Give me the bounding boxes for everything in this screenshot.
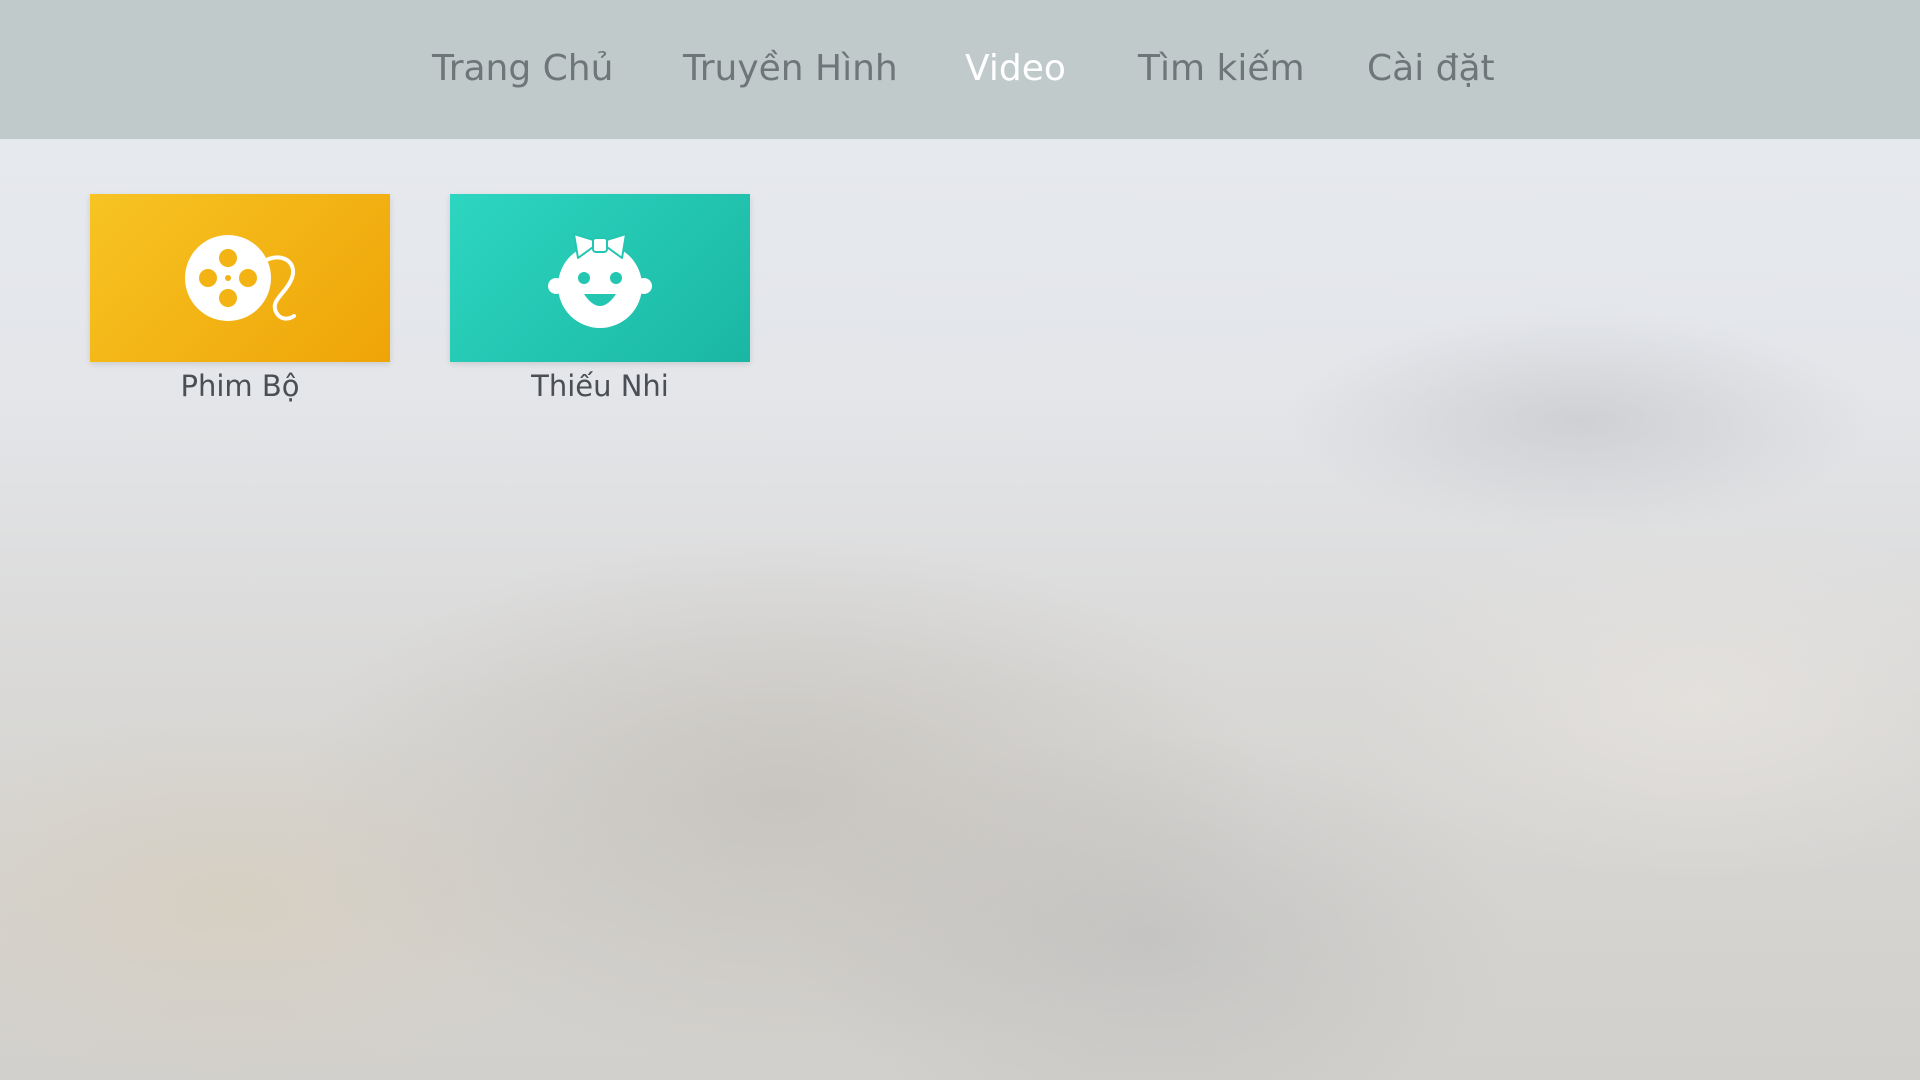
top-bar: Trang Chủ Truyền Hình Video Tìm kiếm Cài…	[0, 0, 1920, 139]
nav-tab-search[interactable]: Tìm kiếm	[1138, 46, 1305, 92]
nav-tab-home[interactable]: Trang Chủ	[432, 46, 613, 92]
tile-series-label: Phim Bộ	[180, 369, 300, 403]
tile-kids[interactable]	[450, 194, 750, 362]
nav-tab-video[interactable]: Video	[965, 46, 1066, 92]
film-reel-icon	[185, 235, 296, 321]
baby-face-icon	[548, 233, 652, 328]
tile-series[interactable]	[90, 194, 390, 362]
tile-kids-label: Thiếu Nhi	[531, 369, 669, 403]
main-nav: Trang Chủ Truyền Hình Video Tìm kiếm Cài…	[0, 0, 1920, 139]
nav-tab-settings[interactable]: Cài đặt	[1367, 46, 1495, 92]
nav-tab-tv[interactable]: Truyền Hình	[683, 46, 898, 92]
